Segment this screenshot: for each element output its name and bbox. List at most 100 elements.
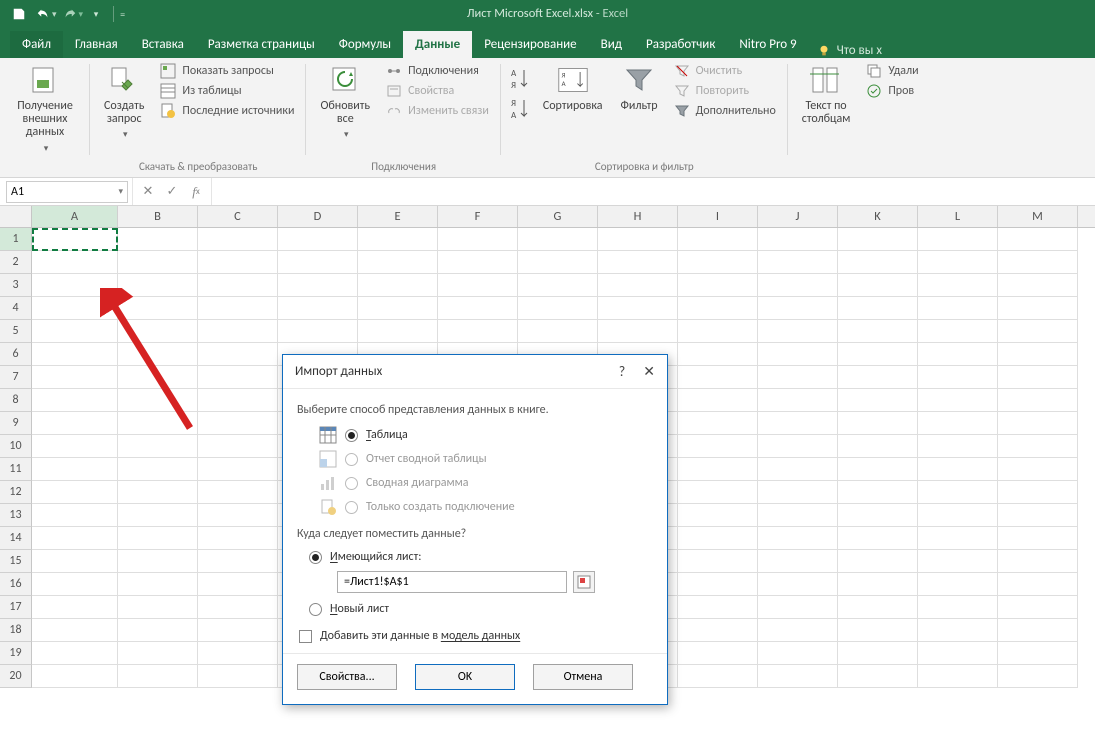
cell[interactable] [838, 481, 918, 504]
cell[interactable] [758, 435, 838, 458]
cell[interactable] [918, 573, 998, 596]
row-header[interactable]: 12 [0, 481, 32, 504]
cell[interactable] [998, 504, 1078, 527]
cell[interactable] [918, 366, 998, 389]
cell[interactable] [32, 550, 118, 573]
cell[interactable] [358, 228, 438, 251]
cell[interactable] [758, 343, 838, 366]
cell[interactable] [358, 274, 438, 297]
cell[interactable] [838, 573, 918, 596]
cell[interactable] [358, 320, 438, 343]
select-all-corner[interactable] [0, 206, 32, 227]
cell[interactable] [838, 389, 918, 412]
cell[interactable] [198, 458, 278, 481]
data-validation-button[interactable]: Пров [862, 82, 922, 100]
cell[interactable] [678, 481, 758, 504]
row-header[interactable]: 16 [0, 573, 32, 596]
cell[interactable] [998, 573, 1078, 596]
cell[interactable] [518, 251, 598, 274]
cell[interactable] [998, 274, 1078, 297]
cell[interactable] [918, 481, 998, 504]
cell[interactable] [198, 366, 278, 389]
cell[interactable] [838, 343, 918, 366]
cell[interactable] [998, 297, 1078, 320]
dialog-help-button[interactable]: ? [619, 363, 626, 380]
cell[interactable] [998, 320, 1078, 343]
cell[interactable] [678, 274, 758, 297]
cell[interactable] [998, 228, 1078, 251]
column-header[interactable]: J [758, 206, 838, 227]
tab-file[interactable]: Файл [10, 31, 63, 58]
cell[interactable] [918, 504, 998, 527]
row-header[interactable]: 13 [0, 504, 32, 527]
cell[interactable] [118, 573, 198, 596]
column-header[interactable]: B [118, 206, 198, 227]
cell[interactable] [118, 297, 198, 320]
tab-nitro[interactable]: Nitro Pro 9 [727, 31, 808, 58]
sort-button[interactable]: ЯA Сортировка [537, 62, 609, 115]
cell[interactable] [678, 527, 758, 550]
column-header[interactable]: L [918, 206, 998, 227]
cell[interactable] [838, 642, 918, 665]
cell[interactable] [758, 458, 838, 481]
tab-review[interactable]: Рецензирование [472, 31, 588, 58]
row-header[interactable]: 18 [0, 619, 32, 642]
cell[interactable] [918, 389, 998, 412]
column-header[interactable]: F [438, 206, 518, 227]
cell[interactable] [518, 228, 598, 251]
row-header[interactable]: 9 [0, 412, 32, 435]
sort-desc-icon[interactable]: ЯA [509, 96, 531, 124]
cell[interactable] [198, 274, 278, 297]
row-header[interactable]: 2 [0, 251, 32, 274]
cell[interactable] [118, 665, 198, 688]
cell[interactable] [518, 274, 598, 297]
cell[interactable] [198, 573, 278, 596]
properties-button[interactable]: Свойства... [297, 664, 397, 690]
cell[interactable] [32, 320, 118, 343]
cell[interactable] [118, 435, 198, 458]
cell[interactable] [918, 550, 998, 573]
cell[interactable] [32, 435, 118, 458]
cell[interactable] [678, 297, 758, 320]
cancel-button[interactable]: Отмена [533, 664, 633, 690]
cell[interactable] [198, 619, 278, 642]
row-header[interactable]: 8 [0, 389, 32, 412]
cell[interactable] [838, 251, 918, 274]
tab-home[interactable]: Главная [63, 31, 130, 58]
get-external-data-button[interactable]: Получение внешних данных [8, 62, 82, 155]
cell[interactable] [678, 573, 758, 596]
cell[interactable] [32, 458, 118, 481]
cell[interactable] [198, 481, 278, 504]
cell[interactable] [998, 642, 1078, 665]
cell[interactable] [758, 251, 838, 274]
redo-button[interactable] [59, 3, 81, 25]
tab-data[interactable]: Данные [403, 31, 472, 58]
cell[interactable] [518, 297, 598, 320]
cell[interactable] [198, 642, 278, 665]
formula-input[interactable] [212, 181, 1095, 203]
cell[interactable] [32, 251, 118, 274]
cell[interactable] [678, 228, 758, 251]
row-header[interactable]: 5 [0, 320, 32, 343]
cell[interactable] [358, 251, 438, 274]
cell[interactable] [32, 343, 118, 366]
cell[interactable] [998, 481, 1078, 504]
cell[interactable] [198, 320, 278, 343]
column-header[interactable]: E [358, 206, 438, 227]
dialog-close-button[interactable]: ✕ [643, 363, 655, 380]
cell[interactable] [758, 320, 838, 343]
cell[interactable] [758, 573, 838, 596]
recent-sources-button[interactable]: Последние источники [156, 102, 298, 120]
row-header[interactable]: 1 [0, 228, 32, 251]
row-header[interactable]: 17 [0, 596, 32, 619]
tab-developer[interactable]: Разработчик [634, 31, 727, 58]
cell[interactable] [838, 435, 918, 458]
column-header[interactable]: D [278, 206, 358, 227]
cell[interactable] [198, 550, 278, 573]
cell[interactable] [998, 435, 1078, 458]
cell[interactable] [918, 251, 998, 274]
cell[interactable] [438, 320, 518, 343]
cell[interactable] [278, 297, 358, 320]
tab-formulas[interactable]: Формулы [327, 31, 403, 58]
row-header[interactable]: 19 [0, 642, 32, 665]
